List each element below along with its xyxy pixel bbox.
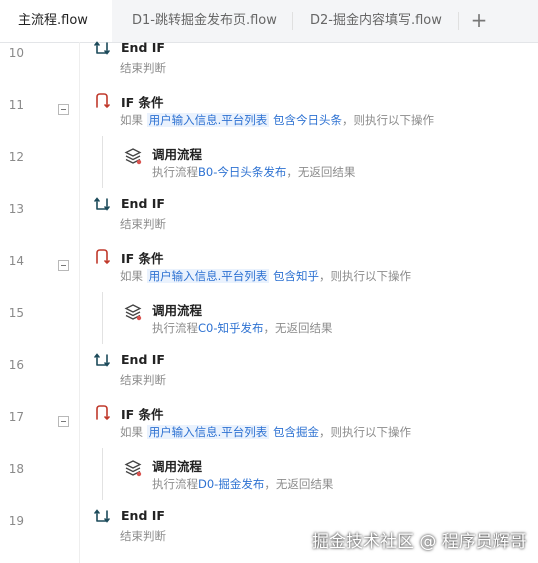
- flow-link[interactable]: C0-知乎发布: [198, 321, 264, 335]
- line-number: 11: [8, 98, 24, 112]
- node-title: 调用流程: [152, 147, 203, 162]
- call-flow-icon: [124, 460, 142, 477]
- desc-prefix: 执行流程: [152, 321, 198, 335]
- flow-link[interactable]: B0-今日头条发布: [198, 165, 286, 179]
- desc-suffix: ，则执行以下操作: [318, 269, 411, 283]
- if-condition-icon: [96, 249, 110, 265]
- call-flow-icon: [124, 304, 142, 321]
- desc-suffix: ，无返回结果: [264, 477, 334, 491]
- node-desc: 如果 用户输入信息.平台列表 包含知乎，则执行以下操作: [120, 268, 411, 284]
- if-condition-icon: [96, 93, 110, 109]
- tab-separator: [292, 12, 293, 30]
- node-desc: 如果 用户输入信息.平台列表 包含今日头条，则执行以下操作: [120, 112, 434, 128]
- flow-row-if[interactable]: 11 IF 条件 如果 用户输入信息.平台列表 包含今日头条，则执行以下操作: [0, 84, 538, 136]
- flow-row-end-if[interactable]: 13 End IF 结束判断: [0, 188, 538, 240]
- end-if-icon: [94, 41, 110, 55]
- condition-text: 包含掘金: [272, 425, 319, 439]
- node-desc: 执行流程C0-知乎发布，无返回结果: [152, 320, 333, 336]
- node-title: IF 条件: [121, 407, 164, 422]
- node-title: IF 条件: [121, 251, 164, 266]
- node-title: 调用流程: [152, 459, 203, 474]
- desc-suffix: ，则执行以下操作: [341, 113, 434, 127]
- line-number: 19: [8, 514, 24, 528]
- condition-text: 包含今日头条: [272, 113, 342, 127]
- collapse-icon[interactable]: [58, 260, 69, 271]
- line-number: 15: [8, 306, 24, 320]
- flow-row-if[interactable]: 17 IF 条件 如果 用户输入信息.平台列表 包含掘金，则执行以下操作: [0, 396, 538, 448]
- node-title: End IF: [121, 40, 165, 55]
- node-desc: 结束判断: [120, 217, 166, 231]
- tab-label: D2-掘金内容填写.flow: [310, 13, 442, 28]
- call-flow-icon: [124, 148, 142, 165]
- tab-label: 主流程.flow: [18, 13, 88, 28]
- if-condition-icon: [96, 405, 110, 421]
- end-if-icon: [94, 353, 110, 367]
- watermark: 掘金技术社区 @ 程序员辉哥: [312, 532, 527, 552]
- tab-label: D1-跳转掘金发布页.flow: [132, 13, 277, 28]
- node-title: End IF: [121, 196, 165, 211]
- desc-prefix: 执行流程: [152, 165, 198, 179]
- desc-suffix: ，则执行以下操作: [318, 425, 411, 439]
- flow-row-if[interactable]: 14 IF 条件 如果 用户输入信息.平台列表 包含知乎，则执行以下操作: [0, 240, 538, 292]
- variable-chip[interactable]: 用户输入信息.平台列表: [146, 425, 270, 439]
- node-desc: 执行流程B0-今日头条发布，无返回结果: [152, 164, 355, 180]
- line-number: 18: [8, 462, 24, 476]
- flow-row-call[interactable]: 18 调用流程 执行流程D0-掘金发布，无返回结果: [0, 448, 538, 500]
- collapse-icon[interactable]: [58, 104, 69, 115]
- line-number: 16: [8, 358, 24, 372]
- end-if-icon: [94, 197, 110, 211]
- desc-prefix: 如果: [120, 269, 143, 283]
- variable-chip[interactable]: 用户输入信息.平台列表: [146, 113, 270, 127]
- node-desc: 如果 用户输入信息.平台列表 包含掘金，则执行以下操作: [120, 424, 411, 440]
- variable-chip[interactable]: 用户输入信息.平台列表: [146, 269, 270, 283]
- flow-row-end-if[interactable]: 16 End IF 结束判断: [0, 344, 538, 396]
- condition-text: 包含知乎: [272, 269, 319, 283]
- node-title: IF 条件: [121, 95, 164, 110]
- line-number: 13: [8, 202, 24, 216]
- node-desc: 结束判断: [120, 529, 166, 543]
- node-desc: 结束判断: [120, 61, 166, 75]
- line-number: 14: [8, 254, 24, 268]
- node-title: End IF: [121, 508, 165, 523]
- flow-row-call[interactable]: 12 调用流程 执行流程B0-今日头条发布，无返回结果: [0, 136, 538, 188]
- line-number: 17: [8, 410, 24, 424]
- desc-prefix: 如果: [120, 113, 143, 127]
- flow-row-end-if[interactable]: 10 End IF 结束判断: [0, 32, 538, 84]
- desc-suffix: ，无返回结果: [286, 165, 356, 179]
- node-desc: 结束判断: [120, 373, 166, 387]
- flow-row-call[interactable]: 15 调用流程 执行流程C0-知乎发布，无返回结果: [0, 292, 538, 344]
- line-number: 12: [8, 150, 24, 164]
- flow-link[interactable]: D0-掘金发布: [198, 477, 264, 491]
- node-desc: 执行流程D0-掘金发布，无返回结果: [152, 476, 333, 492]
- tab-separator: [458, 12, 459, 30]
- desc-prefix: 执行流程: [152, 477, 198, 491]
- node-title: End IF: [121, 352, 165, 367]
- desc-suffix: ，无返回结果: [263, 321, 333, 335]
- end-if-icon: [94, 509, 110, 523]
- node-title: 调用流程: [152, 303, 203, 318]
- line-number: 10: [8, 46, 24, 60]
- desc-prefix: 如果: [120, 425, 143, 439]
- collapse-icon[interactable]: [58, 416, 69, 427]
